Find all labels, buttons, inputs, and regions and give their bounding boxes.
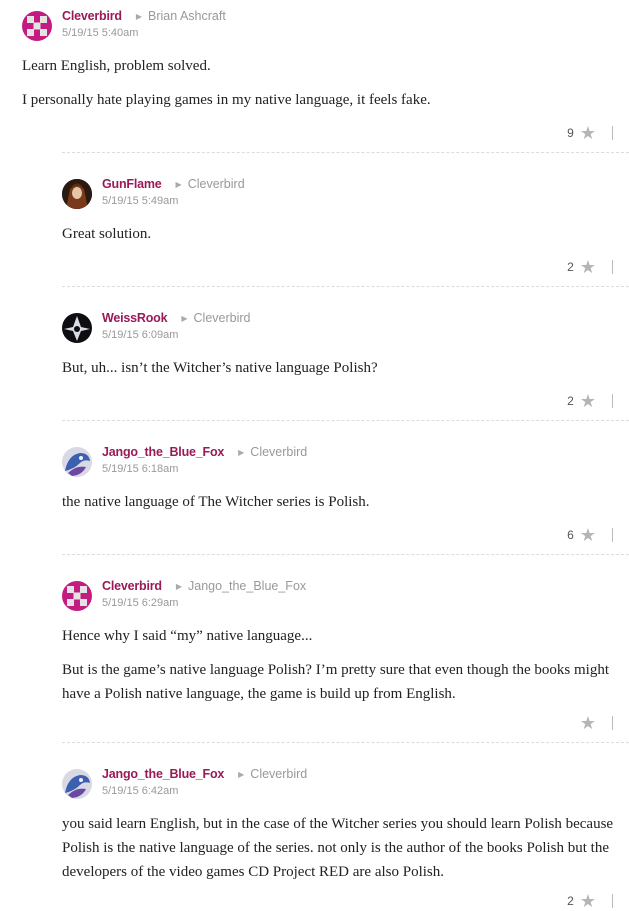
comment-paragraph: the native language of The Witcher serie…	[62, 494, 370, 510]
comment-paragraph: Hence why I said “my” native language...	[62, 628, 313, 644]
comment-body: Learn English, problem solved. I persona…	[22, 54, 629, 112]
reply-to-user[interactable]: Brian Ashcraft	[148, 9, 226, 23]
reply-to-user[interactable]: Cleverbird	[250, 767, 307, 781]
star-icon[interactable]: ★	[580, 124, 596, 142]
cleverbird-avatar[interactable]	[22, 11, 52, 41]
comment-body: the native language of The Witcher serie…	[62, 490, 629, 514]
reply-arrow-icon: ▶	[175, 179, 182, 189]
divider	[612, 394, 613, 408]
comment-paragraph: you said learn English, but in the case …	[62, 816, 614, 880]
comment-actions: 2 ★	[62, 892, 629, 910]
comment-actions: 2 ★	[62, 392, 629, 410]
jango-avatar[interactable]	[62, 769, 92, 799]
reply-arrow-icon: ▶	[175, 581, 182, 591]
comment-author[interactable]: Jango_the_Blue_Fox	[102, 767, 224, 781]
comment-actions: 9 ★	[22, 124, 629, 142]
reply-to-user[interactable]: Cleverbird	[194, 311, 251, 325]
comment-author[interactable]: Cleverbird	[62, 9, 122, 23]
star-icon[interactable]: ★	[580, 258, 596, 276]
reply-arrow-icon: ▶	[238, 769, 245, 779]
reply-arrow-icon: ▶	[238, 447, 245, 457]
reply-to-user[interactable]: Jango_the_Blue_Fox	[188, 579, 306, 593]
star-count: 2	[567, 260, 574, 274]
star-icon[interactable]: ★	[580, 526, 596, 544]
divider	[612, 126, 613, 140]
gunflame-avatar[interactable]	[62, 179, 92, 209]
star-count: 6	[567, 528, 574, 542]
reply-arrow-icon: ▶	[181, 313, 188, 323]
comment-body: But, uh... isn’t the Witcher’s native la…	[62, 356, 629, 380]
comment-author[interactable]: WeissRook	[102, 311, 168, 325]
comment: Cleverbird ▶ Brian Ashcraft 5/19/15 5:40…	[0, 0, 629, 142]
comment: Jango_the_Blue_Fox ▶ Cleverbird 5/19/15 …	[0, 743, 629, 910]
comment: Cleverbird ▶ Jango_the_Blue_Fox 5/19/15 …	[0, 555, 629, 732]
comment: WeissRook ▶ Cleverbird 5/19/15 6:09am Bu…	[0, 287, 629, 410]
comment-paragraph: Learn English, problem solved.	[22, 58, 211, 74]
reply-to-user[interactable]: Cleverbird	[188, 177, 245, 191]
divider	[612, 528, 613, 542]
weissrook-avatar[interactable]	[62, 313, 92, 343]
reply-arrow-icon: ▶	[135, 11, 142, 21]
divider	[612, 260, 613, 274]
comment-timestamp[interactable]: 5/19/15 6:09am	[102, 329, 250, 341]
star-icon[interactable]: ★	[580, 892, 596, 910]
comment-timestamp[interactable]: 5/19/15 6:42am	[102, 785, 307, 797]
comment-body: you said learn English, but in the case …	[62, 812, 629, 884]
comment-author[interactable]: Jango_the_Blue_Fox	[102, 445, 224, 459]
comment-timestamp[interactable]: 5/19/15 6:29am	[102, 597, 306, 609]
jango-avatar[interactable]	[62, 447, 92, 477]
star-count: 9	[567, 126, 574, 140]
comment-timestamp[interactable]: 5/19/15 6:18am	[102, 463, 307, 475]
comment-paragraph: Great solution.	[62, 226, 152, 242]
comment-timestamp[interactable]: 5/19/15 5:49am	[102, 195, 245, 207]
comment-paragraph: I personally hate playing games in my na…	[22, 92, 431, 108]
comment-actions: 6 ★	[62, 526, 629, 544]
comment-actions: ★	[62, 714, 629, 732]
comment: GunFlame ▶ Cleverbird 5/19/15 5:49am Gre…	[0, 153, 629, 276]
comment-paragraph: But, uh... isn’t the Witcher’s native la…	[62, 360, 378, 376]
comment-actions: 2 ★	[62, 258, 629, 276]
star-icon[interactable]: ★	[580, 714, 596, 732]
comment-body: Hence why I said “my” native language...…	[62, 624, 629, 706]
cleverbird-avatar[interactable]	[62, 581, 92, 611]
comment-body: Great solution.	[62, 222, 629, 246]
comment-paragraph: But is the game’s native language Polish…	[62, 662, 609, 702]
comment-thread: Cleverbird ▶ Brian Ashcraft 5/19/15 5:40…	[0, 0, 629, 910]
reply-to-user[interactable]: Cleverbird	[250, 445, 307, 459]
comment-author[interactable]: GunFlame	[102, 177, 162, 191]
comment-author[interactable]: Cleverbird	[102, 579, 162, 593]
divider	[612, 716, 613, 730]
star-count: 2	[567, 394, 574, 408]
comment-timestamp[interactable]: 5/19/15 5:40am	[62, 27, 226, 39]
star-icon[interactable]: ★	[580, 392, 596, 410]
comment: Jango_the_Blue_Fox ▶ Cleverbird 5/19/15 …	[0, 421, 629, 544]
